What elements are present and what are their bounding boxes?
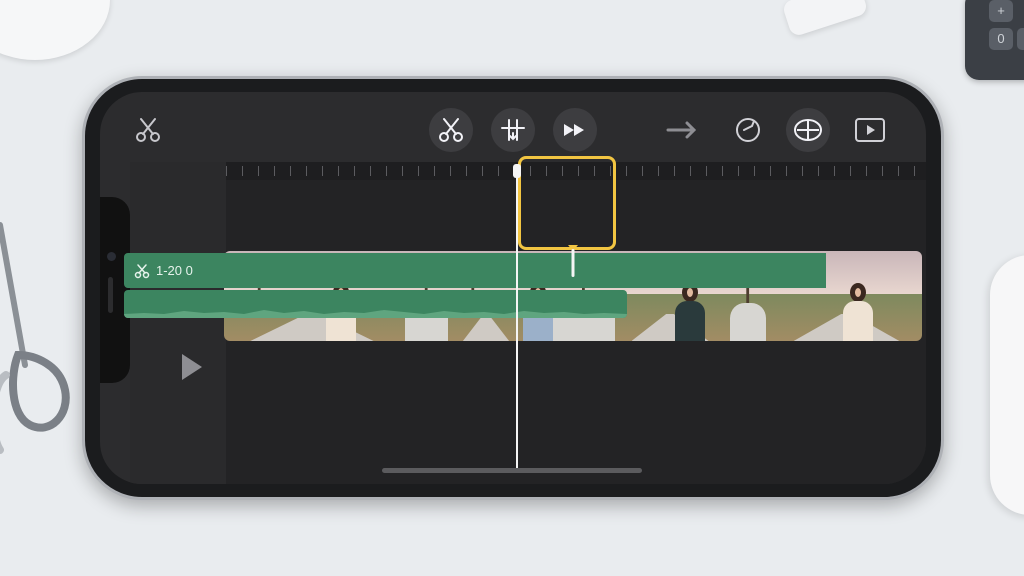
desk-pen bbox=[781, 0, 869, 38]
trim-handle[interactable] bbox=[568, 245, 578, 277]
desk-mouse bbox=[990, 255, 1024, 515]
title-track[interactable]: 1-20 0 bbox=[124, 253, 826, 288]
calculator-key: + bbox=[989, 0, 1013, 22]
left-panel bbox=[130, 162, 226, 484]
playhead-grip[interactable] bbox=[513, 164, 521, 178]
person-figure bbox=[673, 283, 707, 341]
editor-workspace bbox=[100, 92, 926, 484]
play-icon[interactable] bbox=[180, 352, 204, 382]
home-indicator bbox=[382, 468, 642, 473]
person-figure bbox=[841, 283, 875, 341]
selected-clip-frame[interactable] bbox=[518, 156, 616, 250]
calculator-key: - bbox=[1017, 28, 1024, 50]
audio-waveform bbox=[124, 310, 627, 318]
scissors-icon bbox=[134, 263, 150, 278]
desk-plate bbox=[0, 0, 110, 60]
desk-scissors bbox=[0, 222, 70, 454]
playhead[interactable] bbox=[516, 164, 518, 470]
title-track-label: 1-20 0 bbox=[156, 263, 193, 278]
calculator-key: 0 bbox=[989, 28, 1013, 50]
desk-calculator: + 0 - bbox=[965, 0, 1024, 80]
audio-track[interactable] bbox=[124, 290, 627, 318]
